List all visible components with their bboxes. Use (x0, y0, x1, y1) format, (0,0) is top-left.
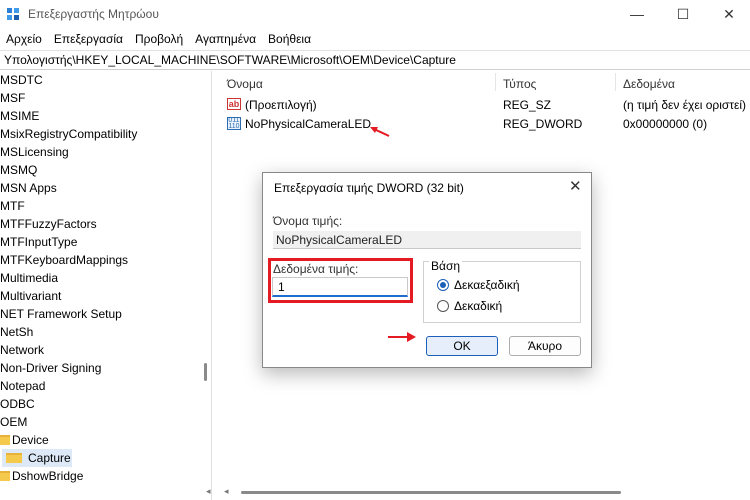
menu-bar: Αρχείο Επεξεργασία Προβολή Αγαπημένα Βοή… (0, 30, 317, 48)
tree-item-dshowbridge[interactable]: DshowBridge (12, 467, 83, 485)
tree-item[interactable]: MSDTC (0, 71, 43, 89)
cancel-button[interactable]: Άκυρο (509, 336, 581, 356)
folder-icon (0, 471, 10, 481)
hex-radio-label[interactable]: Δεκαεξαδική (454, 278, 520, 292)
tree-item[interactable]: OEM (0, 413, 27, 431)
scroll-left-arrow-icon[interactable]: ◂ (224, 486, 229, 497)
tree-item[interactable]: ODBC (0, 395, 35, 413)
close-button[interactable]: ✕ (706, 0, 750, 28)
address-bar[interactable]: Υπολογιστής\HKEY_LOCAL_MACHINE\SOFTWARE\… (0, 50, 750, 70)
value-type: REG_SZ (503, 98, 552, 112)
column-separator[interactable] (615, 73, 616, 91)
window-title: Επεξεργαστής Μητρώου (28, 7, 159, 21)
tree-item[interactable]: NetSh (0, 323, 33, 341)
tree-item[interactable]: MTFInputType (0, 233, 77, 251)
minimize-button[interactable]: — (614, 0, 660, 28)
tree-item[interactable]: MSN Apps (0, 179, 57, 197)
tree-item[interactable]: Notepad (0, 377, 45, 395)
tree-item[interactable]: MTF (0, 197, 25, 215)
tree-item[interactable]: MTFFuzzyFactors (0, 215, 97, 233)
tree-item[interactable]: MSLicensing (0, 143, 69, 161)
tree-item[interactable]: MSIME (0, 107, 39, 125)
tree-item[interactable]: MTFKeyboardMappings (0, 251, 128, 269)
tree-item-capture[interactable]: Capture (28, 449, 71, 467)
value-name[interactable]: (Προεπιλογή) (245, 98, 317, 112)
maximize-button[interactable]: ☐ (660, 0, 706, 28)
folder-icon (0, 435, 10, 445)
column-separator[interactable] (495, 73, 496, 91)
hex-radio[interactable] (437, 279, 449, 291)
tree-item[interactable]: MsixRegistryCompatibility (0, 125, 137, 143)
tree-item-device[interactable]: Device (12, 431, 49, 449)
edit-dword-dialog: Επεξεργασία τιμής DWORD (32 bit) ✕ Όνομα… (262, 172, 592, 368)
value-data-input[interactable]: 1 (272, 277, 408, 297)
dialog-title: Επεξεργασία τιμής DWORD (32 bit) (274, 181, 464, 195)
tree-item[interactable]: Multivariant (0, 287, 61, 305)
tree-scrollbar-thumb[interactable] (204, 363, 207, 381)
folder-open-icon (6, 453, 22, 463)
tree-item[interactable]: MSMQ (0, 161, 37, 179)
dec-radio-label[interactable]: Δεκαδική (454, 299, 502, 313)
dec-radio[interactable] (437, 300, 449, 312)
column-data[interactable]: Δεδομένα (623, 77, 675, 91)
binary-value-icon: 011 110 (227, 117, 241, 130)
tree-item[interactable]: MSF (0, 89, 25, 107)
ab-string-icon: ab (227, 98, 241, 110)
horizontal-scrollbar-thumb[interactable] (241, 491, 621, 494)
menu-view[interactable]: Προβολή (129, 30, 189, 48)
red-arrow-icon (388, 332, 416, 342)
value-name[interactable]: NoPhysicalCameraLED (245, 117, 371, 131)
value-data: 0x00000000 (0) (623, 117, 708, 131)
value-name-label: Όνομα τιμής: (273, 214, 343, 228)
column-name[interactable]: Όνομα (227, 77, 263, 91)
registry-editor-icon (7, 8, 19, 20)
column-type[interactable]: Τύπος (503, 77, 536, 91)
value-data: (η τιμή δεν έχει οριστεί) (623, 98, 747, 112)
tree-item[interactable]: NET Framework Setup (0, 305, 122, 323)
menu-help[interactable]: Βοήθεια (262, 30, 317, 48)
value-name-field: NoPhysicalCameraLED (273, 231, 581, 249)
menu-edit[interactable]: Επεξεργασία (48, 30, 129, 48)
basis-label: Βάση (429, 259, 463, 273)
registry-tree[interactable]: MSDTC MSF MSIME MsixRegistryCompatibilit… (0, 71, 212, 500)
tree-item[interactable]: Non-Driver Signing (0, 359, 101, 377)
menu-favorites[interactable]: Αγαπημένα (189, 30, 262, 48)
red-arrow-icon (370, 127, 390, 137)
dialog-close-button[interactable]: ✕ (569, 177, 582, 195)
menu-file[interactable]: Αρχείο (0, 30, 48, 48)
scroll-left-arrow-icon[interactable]: ◂ (206, 486, 211, 497)
title-bar: Επεξεργαστής Μητρώου — ☐ ✕ (0, 0, 750, 28)
tree-item[interactable]: Multimedia (0, 269, 58, 287)
value-data-label: Δεδομένα τιμής: (273, 262, 359, 276)
ok-button[interactable]: OK (426, 336, 498, 356)
value-type: REG_DWORD (503, 117, 583, 131)
tree-item[interactable]: Network (0, 341, 44, 359)
